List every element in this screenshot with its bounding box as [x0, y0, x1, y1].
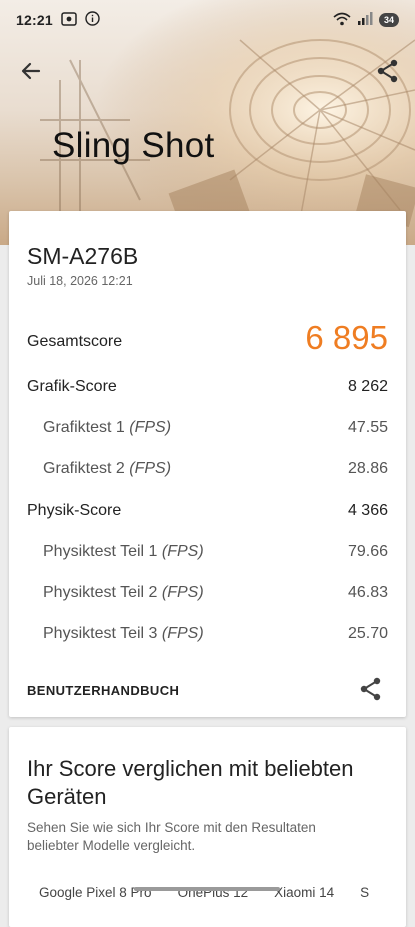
- back-arrow-icon[interactable]: [18, 58, 44, 84]
- physics-score-row: Physik-Score 4 366: [9, 496, 406, 526]
- graphics-test-2-label: Grafiktest 2 (FPS): [43, 460, 172, 477]
- screenshot-icon: [61, 11, 77, 29]
- tab-device-4[interactable]: S: [360, 885, 369, 900]
- physics-test-3-row: Physiktest Teil 3 (FPS) 25.70: [9, 619, 406, 649]
- result-card: SM-A276B Juli 18, 2026 12:21 Gesamtscore…: [9, 211, 406, 717]
- physics-test-3-value: 25.70: [347, 625, 388, 642]
- wifi-icon: [333, 12, 351, 29]
- total-score-value: 6 895: [305, 319, 388, 356]
- compare-description: Sehen Sie wie sich Ihr Score mit den Res…: [27, 820, 316, 853]
- device-name: SM-A276B: [27, 243, 139, 269]
- result-datetime: Juli 18, 2026 12:21: [27, 274, 133, 288]
- physics-test-2-value: 46.83: [347, 584, 388, 601]
- app-bar: [0, 48, 415, 92]
- page-title: Sling Shot: [52, 126, 215, 165]
- signal-icon: [357, 12, 373, 28]
- gesture-nav-bar[interactable]: [134, 887, 280, 891]
- hero-header: 12:21 34 Sling Shot: [0, 0, 415, 245]
- share-result-icon[interactable]: [358, 676, 384, 702]
- graphics-score-row: Grafik-Score 8 262: [9, 372, 406, 402]
- total-score-row: Gesamtscore 6 895: [9, 319, 406, 357]
- graphics-test-1-label: Grafiktest 1 (FPS): [43, 419, 172, 436]
- compare-card: Ihr Score verglichen mit beliebten Gerät…: [9, 727, 406, 927]
- tab-device-3[interactable]: Xiaomi 14: [274, 885, 334, 900]
- battery-icon: 34: [378, 13, 399, 27]
- physics-test-3-label: Physiktest Teil 3 (FPS): [43, 625, 204, 642]
- graphics-test-1-row: Grafiktest 1 (FPS) 47.55: [9, 413, 406, 443]
- physics-score-label: Physik-Score: [27, 502, 122, 519]
- physics-test-1-label: Physiktest Teil 1 (FPS): [43, 543, 204, 560]
- user-manual-link[interactable]: BENUTZERHANDBUCH: [27, 683, 179, 698]
- total-score-label: Gesamtscore: [27, 333, 123, 350]
- graphics-test-1-value: 47.55: [347, 419, 388, 436]
- graphics-test-2-row: Grafiktest 2 (FPS) 28.86: [9, 454, 406, 484]
- physics-test-2-row: Physiktest Teil 2 (FPS) 46.83: [9, 578, 406, 608]
- physics-test-1-row: Physiktest Teil 1 (FPS) 79.66: [9, 537, 406, 567]
- graphics-score-value: 8 262: [347, 378, 388, 395]
- compare-title: Ihr Score verglichen mit beliebten Gerät…: [27, 756, 354, 809]
- status-bar: 12:21 34: [0, 0, 415, 40]
- status-time: 12:21: [16, 12, 53, 28]
- graphics-score-label: Grafik-Score: [27, 378, 117, 395]
- share-icon[interactable]: [375, 58, 401, 84]
- info-icon: [85, 11, 100, 29]
- graphics-test-2-value: 28.86: [347, 460, 388, 477]
- physics-test-1-value: 79.66: [347, 543, 388, 560]
- physics-test-2-label: Physiktest Teil 2 (FPS): [43, 584, 204, 601]
- physics-score-value: 4 366: [347, 502, 388, 519]
